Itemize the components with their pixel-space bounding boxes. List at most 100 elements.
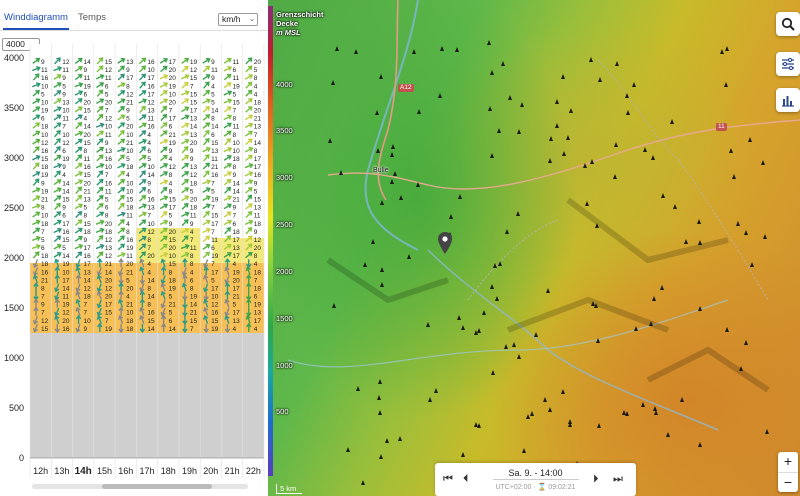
- wind-speed-label: 8: [254, 148, 258, 155]
- wind-speed-label: 5: [62, 245, 66, 252]
- wind-speed-label: 7: [190, 237, 194, 244]
- wind-speed-label: 11: [232, 59, 239, 66]
- wind-speed-label: 7: [62, 124, 66, 131]
- wind-speed-label: 18: [105, 229, 113, 236]
- wind-speed-label: 5: [190, 188, 194, 195]
- wind-speed-label: 11: [232, 75, 239, 82]
- peak-icon: [490, 153, 495, 159]
- wind-speed-label: 20: [169, 99, 177, 106]
- peak-icon: [503, 343, 508, 349]
- wind-speed-label: 4: [232, 261, 236, 268]
- x-tick-label: 14h: [75, 466, 92, 477]
- wind-speed-label: 4: [190, 269, 194, 276]
- wind-speed-label: 17: [232, 310, 240, 317]
- wind-speed-label: 4: [190, 229, 194, 236]
- wind-speed-label: 7: [147, 245, 151, 252]
- zoom-out-button[interactable]: −: [778, 472, 798, 492]
- peak-icon: [747, 137, 752, 143]
- wind-speed-label: 15: [126, 197, 134, 204]
- wind-speed-label: 17: [126, 75, 134, 82]
- wind-speed-label: 11: [126, 213, 133, 220]
- chart-scrollbar-thumb[interactable]: [102, 484, 212, 489]
- wind-speed-label: 14: [147, 326, 155, 333]
- wind-speed-label: 8: [190, 261, 194, 268]
- wind-speed-label: 7: [211, 229, 215, 236]
- wind-speed-label: 10: [41, 132, 49, 139]
- wind-speed-label: 5: [232, 302, 236, 309]
- chart-scrollbar[interactable]: [32, 484, 248, 489]
- wind-speed-label: 18: [254, 285, 262, 292]
- step-forward-icon[interactable]: ⏵: [593, 473, 599, 486]
- layer-settings-button[interactable]: [776, 52, 800, 76]
- wind-speed-label: 18: [254, 269, 262, 276]
- zoom-control: + −: [778, 452, 798, 492]
- map-view[interactable]: Grenzschicht Decke m MSL 4000 3500 3000 …: [268, 0, 800, 496]
- peak-icon: [615, 60, 620, 66]
- wind-speed-label: 4: [254, 261, 258, 268]
- x-tick-label: 19h: [182, 466, 197, 476]
- map-pin-icon[interactable]: [438, 232, 452, 254]
- peak-icon: [534, 331, 539, 337]
- wind-speed-label: 10: [232, 148, 240, 155]
- x-tick-label: 17h: [139, 466, 154, 476]
- zoom-in-button[interactable]: +: [778, 452, 798, 472]
- peak-icon: [624, 92, 629, 98]
- wind-speed-label: 17: [254, 164, 262, 171]
- peak-icon: [696, 218, 701, 224]
- wind-speed-label: 7: [254, 132, 258, 139]
- wind-speed-label: 5: [169, 213, 173, 220]
- wind-speed-label: 14: [84, 59, 92, 66]
- peak-icon: [596, 423, 601, 428]
- wind-speed-label: 20: [190, 140, 198, 147]
- wind-speed-label: 14: [190, 302, 198, 309]
- peak-icon: [543, 396, 548, 402]
- wind-speed-label: 19: [62, 156, 70, 163]
- unit-select[interactable]: km/h ⌄: [218, 13, 258, 26]
- wind-speed-label: 19: [211, 326, 219, 333]
- wind-speed-label: 12: [147, 229, 155, 236]
- peak-icon: [411, 49, 416, 55]
- wind-speed-label: 9: [105, 140, 109, 147]
- x-tick-label: 16h: [118, 466, 133, 476]
- wind-speed-label: 10: [147, 67, 155, 74]
- tab-temps[interactable]: Temps: [78, 8, 106, 30]
- wind-speed-label: 5: [169, 310, 173, 317]
- wind-speed-label: 9: [62, 164, 66, 171]
- legend-label-1500: 1500: [276, 314, 293, 323]
- wind-speed-label: 21: [169, 302, 177, 309]
- peak-icon: [560, 74, 565, 80]
- wind-speed-label: 15: [62, 237, 70, 244]
- wind-speed-label: 11: [62, 116, 69, 123]
- legend-title-line1: Grenzschicht: [276, 10, 324, 19]
- peak-icon: [474, 330, 479, 336]
- peak-icon: [743, 339, 748, 345]
- wind-speed-label: 20: [126, 261, 134, 268]
- chart-toggle-button[interactable]: [776, 88, 800, 112]
- peak-icon: [378, 73, 383, 79]
- wind-speed-label: 9: [62, 205, 66, 212]
- search-button[interactable]: [776, 12, 800, 36]
- wind-speed-label: 7: [41, 229, 45, 236]
- tab-winddiagramm[interactable]: Winddiagramm: [3, 8, 69, 30]
- wind-speed-label: 20: [254, 108, 262, 115]
- wind-speed-label: 12: [211, 302, 219, 309]
- wind-speed-label: 4: [147, 269, 151, 276]
- wind-speed-label: 14: [169, 326, 177, 333]
- step-back-icon[interactable]: ⏴: [463, 473, 469, 486]
- peak-icon: [519, 101, 524, 107]
- peak-icon: [508, 95, 513, 101]
- time-track[interactable]: [493, 479, 579, 480]
- wind-speed-label: 9: [147, 180, 151, 187]
- wind-speed-label: 18: [190, 180, 198, 187]
- wind-speed-label: 17: [211, 221, 219, 228]
- wind-speed-label: 16: [147, 310, 155, 317]
- peak-icon: [566, 135, 571, 141]
- wind-speed-label: 16: [147, 59, 155, 66]
- skip-back-icon[interactable]: ⏮: [443, 473, 453, 486]
- skip-forward-icon[interactable]: ⏭: [613, 473, 623, 486]
- wind-speed-label: 9: [62, 75, 66, 82]
- peak-icon: [461, 324, 466, 330]
- wind-speed-label: 6: [147, 148, 151, 155]
- wind-speed-label: 9: [41, 59, 45, 66]
- chevron-down-icon: ⌄: [249, 16, 255, 23]
